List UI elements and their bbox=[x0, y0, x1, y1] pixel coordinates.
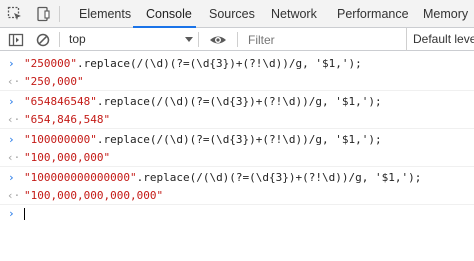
show-sidebar-button[interactable] bbox=[6, 28, 26, 51]
toolbar-divider bbox=[59, 32, 60, 47]
return-value-icon: ‹· bbox=[7, 75, 21, 88]
console-input-line: › "100000000".replace(/(\d)(?=(\d{3})+(?… bbox=[0, 130, 474, 149]
prompt-icon: › bbox=[8, 207, 15, 220]
input-expression: .replace(/(\d)(?=(\d{3})+(?!\d))/g, '$1,… bbox=[76, 57, 362, 70]
prompt-icon: › bbox=[8, 133, 15, 146]
clear-console-button[interactable] bbox=[33, 28, 53, 51]
sidebar-toggle-icon bbox=[8, 33, 24, 47]
tab-console[interactable]: Console bbox=[146, 0, 192, 28]
console-result-line: ‹· "654,846,548" bbox=[0, 110, 474, 129]
clear-icon bbox=[36, 33, 50, 47]
input-code: "100000000".replace(/(\d)(?=(\d{3})+(?!\… bbox=[24, 130, 382, 149]
input-expression: .replace(/(\d)(?=(\d{3})+(?!\d))/g, '$1,… bbox=[136, 171, 422, 184]
console-input-line: › "250000".replace(/(\d)(?=(\d{3})+(?!\d… bbox=[0, 54, 474, 73]
result-value: "654,846,548" bbox=[24, 113, 111, 126]
input-code: "100000000000000".replace(/(\d)(?=(\d{3}… bbox=[24, 168, 421, 187]
prompt-icon: › bbox=[8, 95, 15, 108]
result-value: "250,000" bbox=[24, 75, 84, 88]
input-string: "654846548" bbox=[24, 95, 97, 108]
tab-memory[interactable]: Memory bbox=[423, 0, 468, 28]
prompt-icon: › bbox=[8, 57, 15, 70]
return-value-icon: ‹· bbox=[7, 189, 21, 202]
tab-sources[interactable]: Sources bbox=[209, 0, 255, 28]
toolbar-divider bbox=[237, 32, 238, 47]
filter-input[interactable] bbox=[240, 30, 400, 49]
tab-elements[interactable]: Elements bbox=[79, 0, 131, 28]
return-value-icon: ‹· bbox=[7, 113, 21, 126]
chevron-down-icon[interactable] bbox=[185, 37, 193, 42]
input-code: "250000".replace(/(\d)(?=(\d{3})+(?!\d))… bbox=[24, 54, 362, 73]
log-levels-dropdown[interactable]: Default levels bbox=[406, 28, 474, 51]
console-result-line: ‹· "100,000,000,000,000" bbox=[0, 186, 474, 205]
device-toolbar-icon[interactable] bbox=[30, 0, 54, 28]
input-string: "100000000" bbox=[24, 133, 97, 146]
eye-icon bbox=[210, 36, 226, 44]
console-result-line: ‹· "250,000" bbox=[0, 72, 474, 91]
console-output[interactable]: › "250000".replace(/(\d)(?=(\d{3})+(?!\d… bbox=[0, 52, 474, 261]
console-input-line: › "100000000000000".replace(/(\d)(?=(\d{… bbox=[0, 168, 474, 187]
console-prompt-line[interactable]: › bbox=[0, 204, 474, 223]
text-cursor bbox=[24, 208, 25, 220]
console-result-line: ‹· "100,000,000" bbox=[0, 148, 474, 167]
live-expression-button[interactable] bbox=[207, 28, 231, 51]
tab-network[interactable]: Network bbox=[271, 0, 317, 28]
console-input-line: › "654846548".replace(/(\d)(?=(\d{3})+(?… bbox=[0, 92, 474, 111]
result-value: "100,000,000" bbox=[24, 151, 111, 164]
tabbar-divider bbox=[59, 6, 60, 22]
input-expression: .replace(/(\d)(?=(\d{3})+(?!\d))/g, '$1,… bbox=[96, 133, 382, 146]
input-string: "100000000000000" bbox=[24, 171, 137, 184]
devtools-tabbar: Elements Console Sources Network Perform… bbox=[0, 0, 474, 28]
return-value-icon: ‹· bbox=[7, 151, 21, 164]
input-code: "654846548".replace(/(\d)(?=(\d{3})+(?!\… bbox=[24, 92, 382, 111]
tab-performance[interactable]: Performance bbox=[337, 0, 409, 28]
input-expression: .replace(/(\d)(?=(\d{3})+(?!\d))/g, '$1,… bbox=[96, 95, 382, 108]
input-string: "250000" bbox=[24, 57, 77, 70]
prompt-icon: › bbox=[8, 171, 15, 184]
result-value: "100,000,000,000,000" bbox=[24, 189, 164, 202]
execution-context-selector[interactable]: top bbox=[69, 28, 86, 51]
inspect-element-icon[interactable] bbox=[2, 0, 26, 28]
toolbar-divider bbox=[198, 32, 199, 47]
console-toolbar: top Default levels bbox=[0, 28, 474, 51]
